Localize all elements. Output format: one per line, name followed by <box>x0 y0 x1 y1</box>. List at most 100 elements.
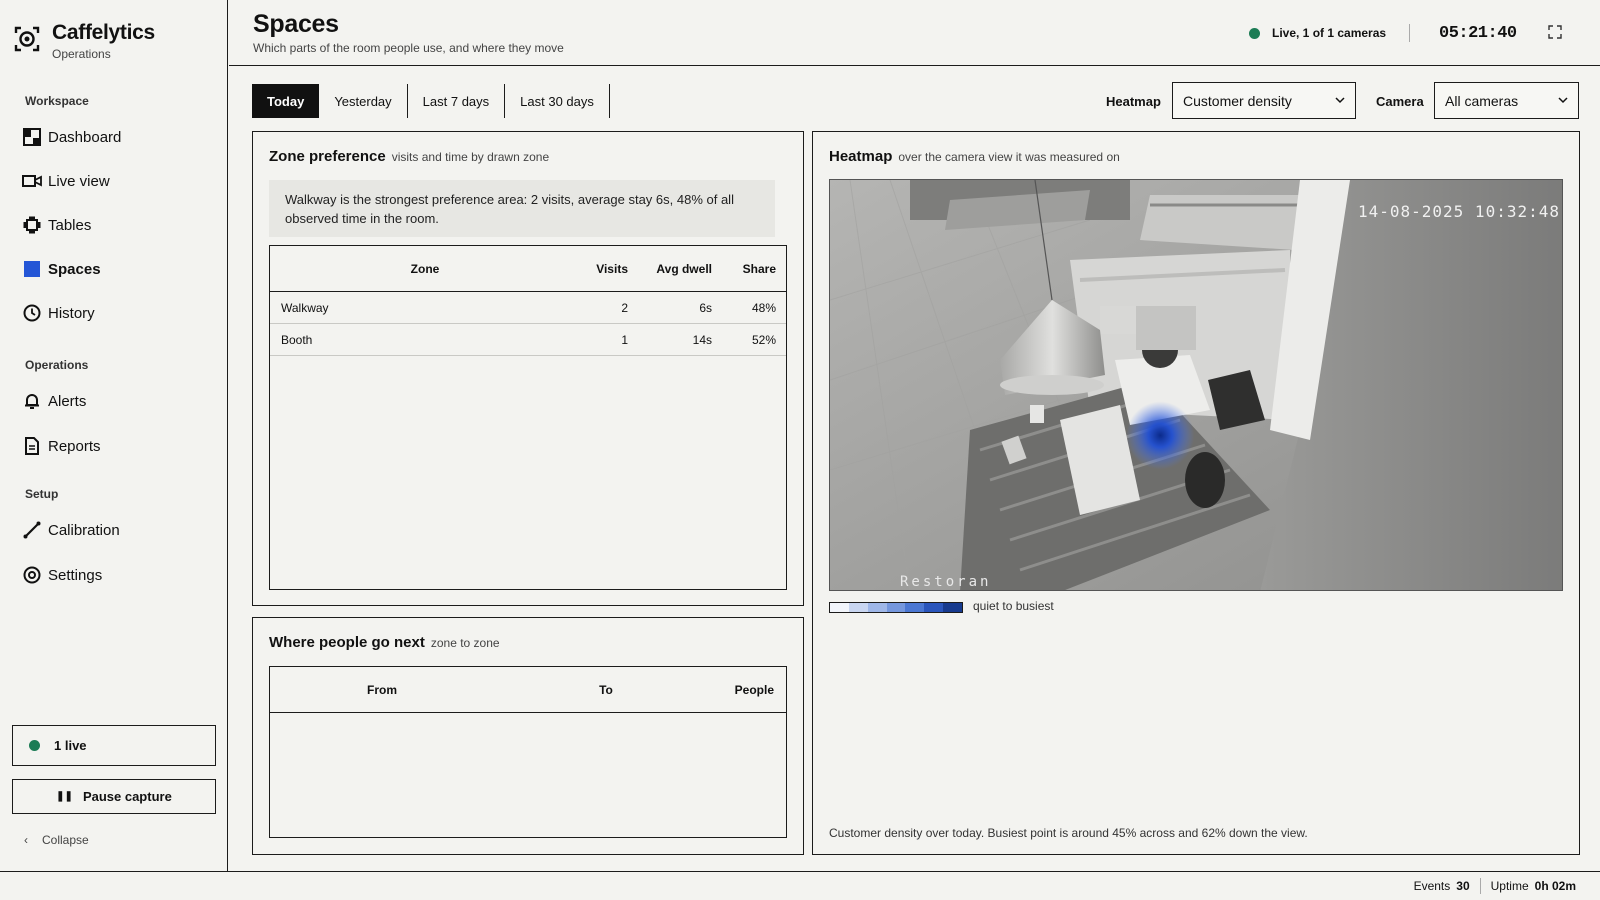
zone-preference-title: Zone preference <box>269 148 386 165</box>
nav-section-setup: Setup <box>25 487 59 501</box>
live-count: 1 live <box>54 738 87 753</box>
collapse-sidebar-button[interactable]: ‹ Collapse <box>24 833 89 847</box>
sidebar-item-label: Calibration <box>48 521 120 539</box>
camera-live-status: Live, 1 of 1 cameras <box>1249 26 1386 40</box>
clock: 05:21:40 <box>1439 24 1517 43</box>
sidebar-item-label: Alerts <box>48 392 87 410</box>
live-dot-icon <box>29 740 40 751</box>
table-header: Zone Visits Avg dwell Share <box>270 246 786 292</box>
share-cell: 48% <box>751 300 776 315</box>
table-row[interactable]: Booth 1 14s 52% <box>270 324 786 356</box>
zone-preference-panel: Zone preference visits and time by drawn … <box>252 131 804 606</box>
dashboard-icon <box>22 127 42 147</box>
heatmap-caption: Customer density over today. Busiest poi… <box>829 826 1308 840</box>
camera-timestamp: 14-08-2025 10:32:48 <box>1357 202 1560 221</box>
sidebar-item-label: Tables <box>48 216 92 234</box>
live-dot-icon <box>1249 27 1260 39</box>
sidebar-item-dashboard[interactable]: Dashboard <box>22 124 121 150</box>
heatmap-hotspot <box>1126 401 1195 470</box>
nav-section-workspace: Workspace <box>25 94 89 108</box>
sidebar-item-alerts[interactable]: Alerts <box>22 388 86 414</box>
pause-capture-label: Pause capture <box>82 789 172 804</box>
ruler-icon <box>22 520 42 540</box>
column-header-share[interactable]: Share <box>712 262 776 276</box>
brand[interactable]: Caffelytics Operations <box>12 20 155 61</box>
uptime-label: Uptime <box>1490 879 1529 893</box>
where-people-go-panel: Where people go next zone to zone From To… <box>252 617 804 855</box>
zone-cell: Walkway <box>281 300 329 315</box>
header-divider <box>1409 24 1410 42</box>
tab-yesterday[interactable]: Yesterday <box>319 84 408 118</box>
brand-subtitle: Operations <box>52 47 111 61</box>
camera-name-label: Restoran <box>900 574 992 590</box>
column-header-to[interactable]: To <box>494 683 718 697</box>
events-label: Events <box>1413 879 1451 893</box>
camera-eye-logo-icon <box>14 26 40 52</box>
clock-icon <box>22 303 42 323</box>
legend-swatch <box>867 603 887 612</box>
camera-select-value: All cameras <box>1445 92 1519 109</box>
sidebar-item-calibration[interactable]: Calibration <box>22 517 120 543</box>
live-status-box: 1 live <box>12 725 216 766</box>
heatmap-legend-bar <box>829 602 963 613</box>
heatmap-legend-label: quiet to busiest <box>973 599 1054 613</box>
legend-swatch <box>848 603 868 612</box>
pause-icon: ❚❚ <box>56 791 73 802</box>
sidebar-item-tables[interactable]: Tables <box>22 212 91 238</box>
tab-last-30-days[interactable]: Last 30 days <box>505 84 610 118</box>
column-header-people[interactable]: People <box>718 683 774 697</box>
column-header-from[interactable]: From <box>270 683 494 697</box>
page-header: Spaces Which parts of the room people us… <box>229 0 1600 66</box>
table-header: From To People <box>270 667 786 713</box>
column-header-visits[interactable]: Visits <box>580 262 628 276</box>
bell-icon <box>22 391 42 411</box>
column-header-zone[interactable]: Zone <box>270 262 580 276</box>
sidebar-item-label: Dashboard <box>48 128 122 146</box>
heatmap-subtitle: over the camera view it was measured on <box>898 150 1120 164</box>
gear-icon <box>22 565 42 585</box>
sidebar-item-label: Live view <box>48 172 110 190</box>
heatmap-select-value: Customer density <box>1183 92 1292 109</box>
status-footer: Events 30 Uptime 0h 02m <box>0 871 1600 900</box>
visits-cell: 1 <box>621 332 628 347</box>
sidebar-item-settings[interactable]: Settings <box>22 562 102 588</box>
zone-table: Zone Visits Avg dwell Share Walkway 2 6s… <box>269 245 787 590</box>
sidebar: Caffelytics Operations Workspace Dashboa… <box>0 0 228 871</box>
tab-today[interactable]: Today <box>252 84 320 118</box>
sidebar-item-label: Reports <box>48 437 101 455</box>
fullscreen-icon[interactable] <box>1548 25 1562 39</box>
chevron-down-icon <box>1335 97 1345 104</box>
visits-cell: 2 <box>621 300 628 315</box>
table-row[interactable]: Walkway 2 6s 48% <box>270 292 786 324</box>
camera-view[interactable]: 14-08-2025 10:32:48 Restoran <box>829 179 1563 591</box>
brand-title: Caffelytics <box>52 21 155 44</box>
heatmap-panel: Heatmap over the camera view it was measu… <box>812 131 1580 855</box>
zone-insight: Walkway is the strongest preference area… <box>269 180 775 237</box>
footer-divider <box>1479 878 1481 894</box>
date-range-tabs: Today Yesterday Last 7 days Last 30 days <box>252 84 610 118</box>
dwell-cell: 6s <box>699 300 712 315</box>
panel-title: Heatmap over the camera view it was measu… <box>829 148 1120 165</box>
flows-title: Where people go next <box>269 634 425 651</box>
heatmap-select[interactable]: Customer density <box>1172 82 1356 119</box>
sidebar-item-spaces[interactable]: Spaces <box>22 256 101 282</box>
heatmap-select-label: Heatmap <box>1106 94 1161 109</box>
pause-capture-button[interactable]: ❚❚ Pause capture <box>12 779 216 814</box>
panel-title: Where people go next zone to zone <box>269 634 500 651</box>
sidebar-item-history[interactable]: History <box>22 300 95 326</box>
sidebar-item-label: Spaces <box>48 260 101 278</box>
legend-swatch <box>830 603 849 612</box>
sidebar-item-label: History <box>48 304 95 322</box>
sidebar-item-live-view[interactable]: Live view <box>22 168 110 194</box>
nav-section-operations: Operations <box>25 358 89 372</box>
video-icon <box>22 171 42 191</box>
table-icon <box>22 215 42 235</box>
camera-select[interactable]: All cameras <box>1434 82 1579 119</box>
sidebar-item-reports[interactable]: Reports <box>22 433 101 459</box>
events-count: 30 <box>1456 879 1470 893</box>
legend-swatch <box>905 603 925 612</box>
square-icon <box>22 259 42 279</box>
heatmap-title: Heatmap <box>829 148 893 165</box>
tab-last-7-days[interactable]: Last 7 days <box>408 84 506 118</box>
column-header-avg-dwell[interactable]: Avg dwell <box>628 262 712 276</box>
